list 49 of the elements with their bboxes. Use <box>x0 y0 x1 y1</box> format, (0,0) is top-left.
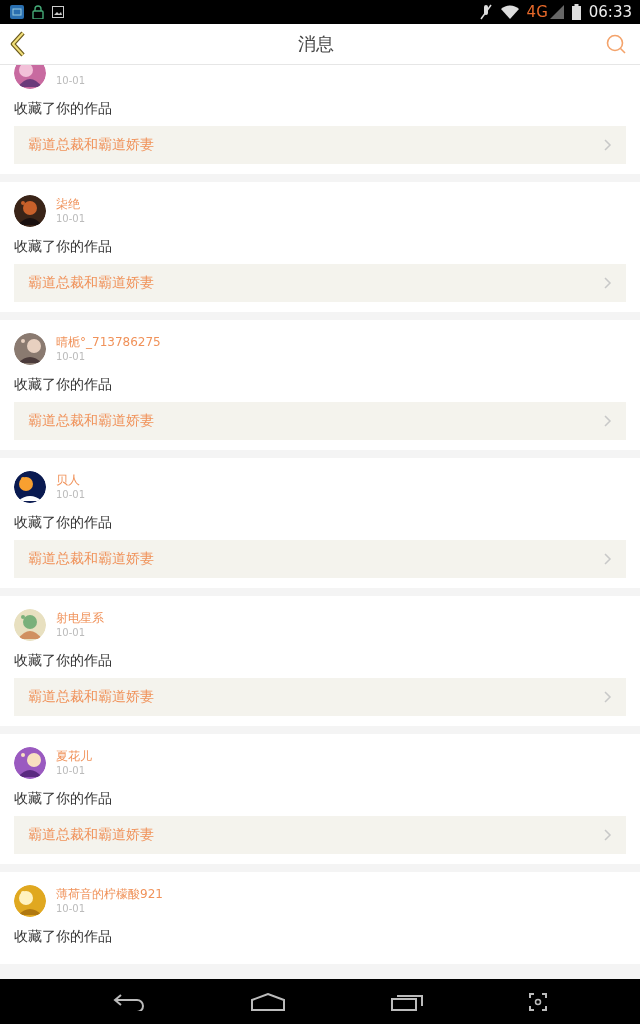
signal-icon <box>549 5 564 19</box>
message-date: 10-01 <box>56 74 86 88</box>
work-link[interactable]: 霸道总裁和霸道娇妻 <box>14 402 626 440</box>
message-date: 10-01 <box>56 626 87 640</box>
user-name[interactable]: 夏花儿 <box>56 748 92 764</box>
chevron-icon <box>604 691 612 703</box>
work-link[interactable]: 霸道总裁和霸道娇妻 <box>14 540 626 578</box>
home-nav-icon[interactable] <box>251 992 285 1011</box>
battery-icon <box>571 4 581 20</box>
wifi-icon <box>500 5 519 19</box>
message-text: 收藏了你的作品 <box>14 513 113 531</box>
user-name[interactable]: 射电星系 <box>56 610 104 626</box>
work-link[interactable]: 霸道总裁和霸道娇妻 <box>14 816 626 854</box>
app-icon <box>10 5 24 19</box>
work-link[interactable]: 霸道总裁和霸道娇妻 <box>14 678 626 716</box>
message-date: 10-01 <box>56 212 86 226</box>
user-name[interactable]: 柒绝 <box>56 196 86 212</box>
chevron-icon <box>604 553 612 565</box>
mute-icon <box>478 4 493 20</box>
network-label: 4G <box>526 3 548 21</box>
message-date: 10-01 <box>56 350 87 364</box>
message-text: 收藏了你的作品 <box>14 99 113 117</box>
message-date: 10-01 <box>56 488 86 502</box>
back-nav-icon[interactable] <box>113 992 145 1011</box>
search-icon <box>606 34 626 54</box>
message-date: 10-01 <box>56 764 87 778</box>
chevron-icon <box>604 415 612 427</box>
lock-icon <box>32 5 44 19</box>
chevron-icon <box>604 139 612 151</box>
message-text: 收藏了你的作品 <box>14 927 113 945</box>
recents-nav-icon[interactable] <box>391 992 423 1011</box>
image-icon <box>52 6 64 18</box>
chevron-icon <box>604 277 612 289</box>
message-date: 10-01 <box>56 902 87 916</box>
user-name[interactable]: 贝人 <box>56 472 86 488</box>
page-title: 消息 <box>298 32 334 56</box>
work-link[interactable]: 霸道总裁和霸道娇妻 <box>14 264 626 302</box>
message-text: 收藏了你的作品 <box>14 237 113 255</box>
clock: 06:33 <box>588 3 632 21</box>
user-name[interactable]: 薄荷音的柠檬酸921 <box>56 886 163 902</box>
back-icon <box>10 31 26 57</box>
work-link[interactable]: 霸道总裁和霸道娇妻 <box>14 126 626 164</box>
message-text: 收藏了你的作品 <box>14 375 113 393</box>
user-name[interactable]: 晴栀°_713786275 <box>56 334 161 350</box>
screenshot-nav-icon[interactable] <box>529 992 547 1011</box>
message-text: 收藏了你的作品 <box>14 651 113 669</box>
back-button[interactable] <box>8 29 28 59</box>
chevron-icon <box>604 829 612 841</box>
message-text: 收藏了你的作品 <box>14 789 113 807</box>
